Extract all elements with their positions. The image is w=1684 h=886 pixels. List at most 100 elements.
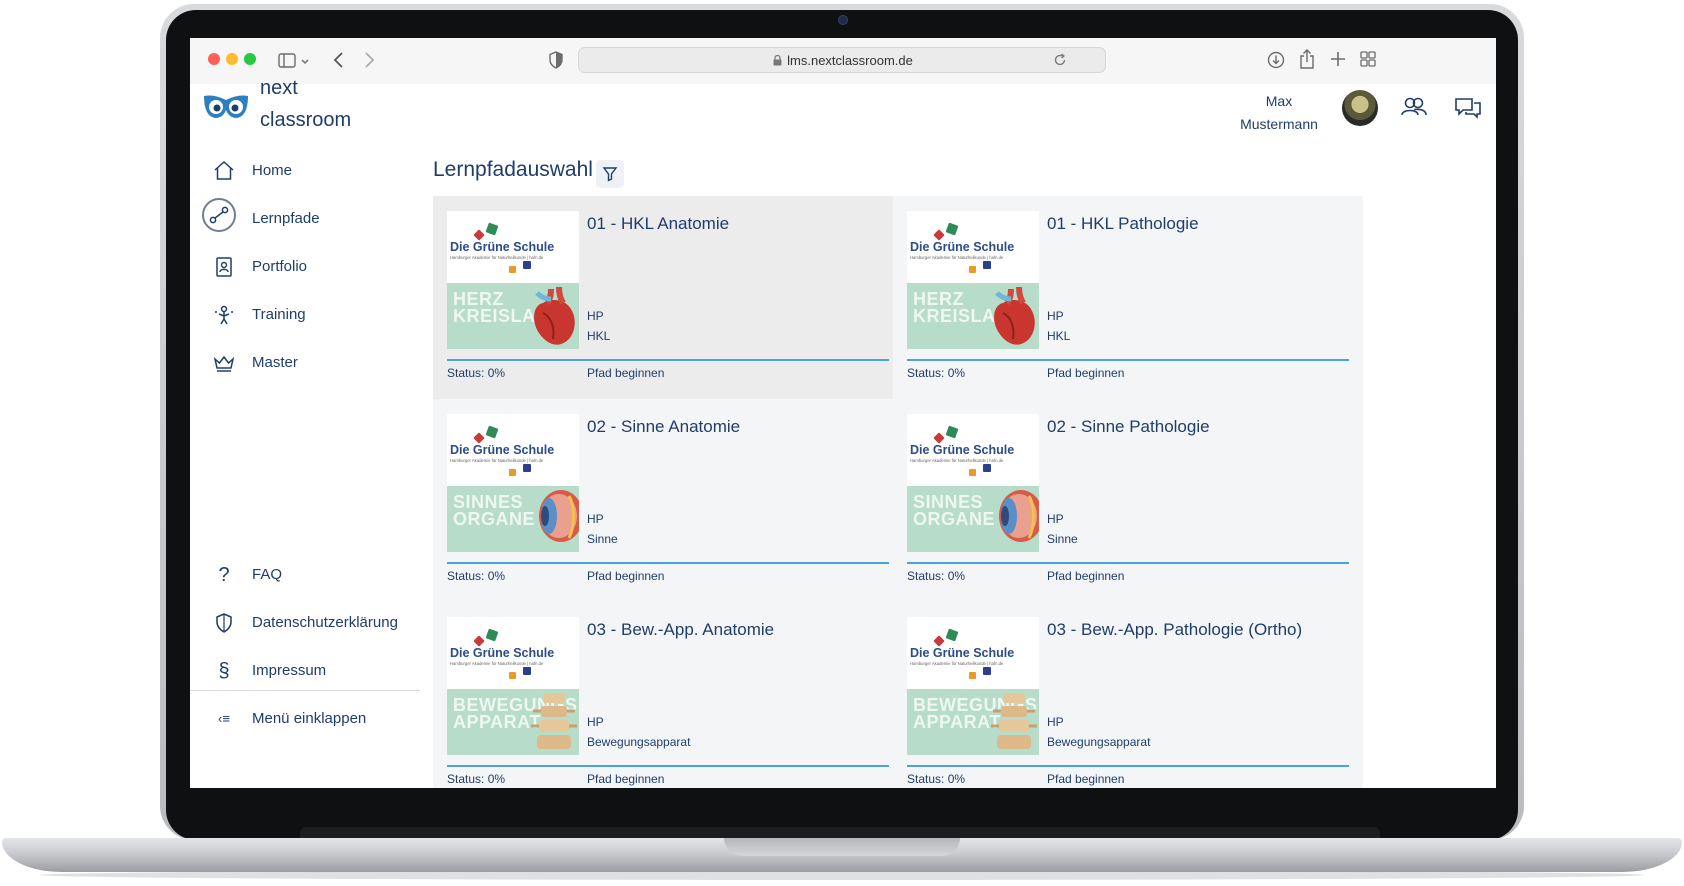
laptop-notch [724,838,960,856]
spine-illustration [989,689,1039,755]
learning-path-icon [202,198,236,232]
filter-button[interactable] [596,160,624,188]
spine-illustration [531,693,577,749]
sidebar-item-label: Lernpfade [252,210,320,227]
learning-path-card-3[interactable]: Die Grüne Schule Hamburger Akademie für … [433,399,903,603]
learning-path-card-1[interactable]: Die Grüne Schule Hamburger Akademie für … [433,196,903,400]
card-tag: HP [587,715,604,729]
svg-text:Die Grüne Schule: Die Grüne Schule [450,646,554,660]
groups-icon[interactable] [1400,96,1428,123]
avatar[interactable] [1342,90,1378,126]
school-logo: Die Grüne Schule Hamburger Akademie für … [447,414,579,486]
collapse-menu-button[interactable]: ‹≡ Menü einklappen [202,700,402,738]
card-status: Status: 0% [907,366,966,380]
privacy-shield-icon[interactable] [548,51,564,74]
start-path-link[interactable]: Pfad beginnen [587,772,664,786]
owl-logo-icon[interactable] [202,92,250,127]
sidebar-item-home[interactable]: Home [202,152,402,190]
back-icon[interactable] [332,51,346,74]
forward-icon[interactable] [362,51,376,74]
card-status: Status: 0% [447,569,506,583]
learning-path-card-6[interactable]: Die Grüne Schule Hamburger Akademie für … [893,602,1363,788]
sidebar-item-training[interactable]: Training [202,296,402,334]
card-thumbnail: Die Grüne Schule Hamburger Akademie für … [907,617,1039,755]
home-icon [212,159,236,183]
tab-overview-icon[interactable] [1360,51,1376,72]
sidebar-item-lernpfade[interactable]: Lernpfade [202,198,402,238]
topic-banner: BEWEGUNGS APPARAT [447,689,579,755]
eye-illustration [999,490,1039,542]
progress-bar [907,765,1349,767]
topic-banner: HERZ KREISLAUF [447,283,579,349]
topic-banner-text: SINNES ORGANE [913,492,996,529]
learning-path-card-5[interactable]: Die Grüne Schule Hamburger Akademie für … [433,602,903,788]
sidebar-item-label: Impressum [252,662,327,679]
start-path-link[interactable]: Pfad beginnen [1047,366,1124,380]
card-tag: Bewegungsapparat [587,735,691,749]
sidebar-item-master[interactable]: Master [202,344,402,382]
start-path-link[interactable]: Pfad beginnen [587,569,664,583]
sidebar-item-portfolio[interactable]: Portfolio [202,248,402,286]
school-logo: Die Grüne Schule Hamburger Akademie für … [447,211,579,283]
sidebar-item-label: Master [252,354,298,371]
sidebar-divider [190,690,420,691]
progress-bar [907,359,1349,361]
heart-illustration [994,286,1035,345]
new-tab-icon[interactable] [1330,51,1346,72]
card-title: 03 - Bew.-App. Anatomie [587,620,775,639]
learning-path-card-2[interactable]: Die Grüne Schule Hamburger Akademie für … [893,196,1363,400]
topic-banner-text: SINNES ORGANE [453,492,536,529]
start-path-link[interactable]: Pfad beginnen [1047,772,1124,786]
eye-illustration [529,486,579,552]
minimize-window-button[interactable] [226,53,238,65]
sidebar-item-label: Home [252,162,293,179]
svg-text:Hamburger Akademie für Naturhe: Hamburger Akademie für Naturheilkunde | … [450,661,544,666]
spine-illustration [529,689,579,755]
app-header: next classroom Max Mustermann [190,77,1496,132]
card-tag: Sinne [1047,532,1078,546]
zoom-window-button[interactable] [244,53,256,65]
downloads-icon[interactable] [1266,50,1286,75]
browser-toolbar: lms.nextclassroom.de [190,38,1496,85]
card-thumbnail: Die Grüne Schule Hamburger Akademie für … [447,211,579,349]
card-status: Status: 0% [907,772,966,786]
svg-text:Hamburger Akademie für Naturhe: Hamburger Akademie für Naturheilkunde | … [450,255,544,260]
topic-banner: HERZ KREISLAUF [907,283,1039,349]
topic-banner: SINNES ORGANE [447,486,579,552]
eye-illustration [989,486,1039,552]
svg-text:Hamburger Akademie für Naturhe: Hamburger Akademie für Naturheilkunde | … [910,458,1004,463]
app-body: Home Lernpfade Portfolio Training Master [190,132,1496,788]
svg-text:Die Grüne Schule: Die Grüne Schule [910,240,1014,254]
reload-icon[interactable] [1053,53,1067,72]
close-window-button[interactable] [208,53,220,65]
card-tag: Sinne [587,532,618,546]
card-title: 01 - HKL Pathologie [1047,214,1199,233]
school-logo: Die Grüne Schule Hamburger Akademie für … [907,414,1039,486]
learning-path-card-4[interactable]: Die Grüne Schule Hamburger Akademie für … [893,399,1363,603]
url-text: lms.nextclassroom.de [787,53,913,68]
card-title: 03 - Bew.-App. Pathologie (Ortho) [1047,620,1303,639]
share-icon[interactable] [1298,48,1316,75]
sidebar-item-impressum[interactable]: § Impressum [202,652,402,690]
progress-bar [447,562,889,564]
user-name[interactable]: Max Mustermann [1230,90,1328,136]
spine-illustration [991,693,1037,749]
user-first-name: Max [1265,93,1293,109]
progress-bar [447,765,889,767]
sidebar-item-faq[interactable]: ? FAQ [202,556,402,594]
address-bar[interactable]: lms.nextclassroom.de [578,47,1106,73]
filter-icon [602,167,618,182]
start-path-link[interactable]: Pfad beginnen [1047,569,1124,583]
brand-line1: next [260,77,298,99]
school-logo: Die Grüne Schule Hamburger Akademie für … [447,617,579,689]
card-title: 01 - HKL Anatomie [587,214,730,233]
svg-text:Hamburger Akademie für Naturhe: Hamburger Akademie für Naturheilkunde | … [910,661,1004,666]
sidebar-item-label: Training [252,306,306,323]
card-tag: HKL [1047,329,1071,343]
start-path-link[interactable]: Pfad beginnen [587,366,664,380]
card-tag: Bewegungsapparat [1047,735,1151,749]
sidebar-item-label: Portfolio [252,258,308,275]
sidebar-item-datenschutz[interactable]: Datenschutzerklärung [202,604,402,642]
chat-icon[interactable] [1454,96,1482,125]
training-icon [212,303,236,327]
